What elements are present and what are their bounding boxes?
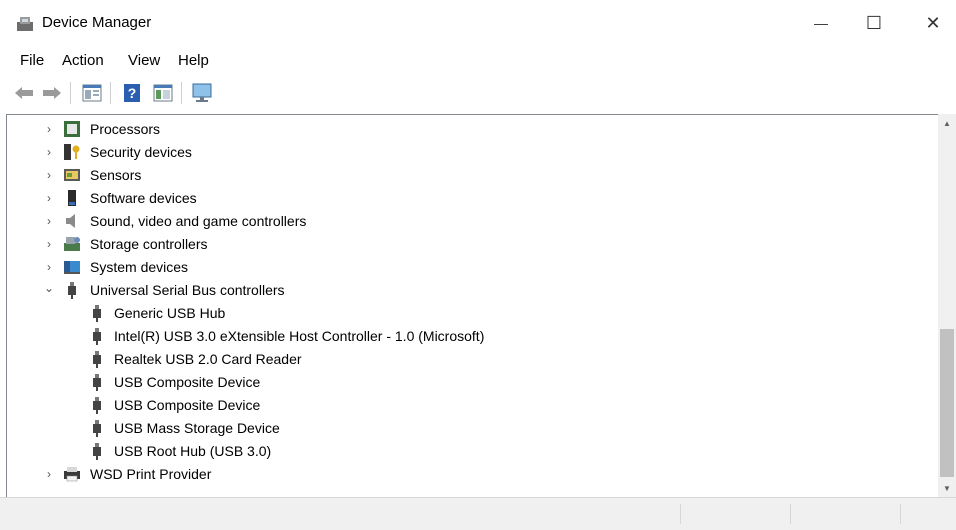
tree-node-sound-video-game[interactable]: › Sound, video and game controllers <box>7 210 937 233</box>
menu-action[interactable]: Action <box>62 52 104 69</box>
toolbar-divider <box>181 82 182 104</box>
title-bar: Device Manager — ☐ ✕ <box>0 0 956 46</box>
chevron-down-icon[interactable]: ⌄ <box>43 281 55 295</box>
menu-view[interactable]: View <box>128 52 160 69</box>
chevron-right-icon[interactable]: › <box>43 191 55 205</box>
chevron-right-icon[interactable]: › <box>43 260 55 274</box>
view-icon <box>153 84 173 102</box>
vertical-scrollbar[interactable]: ▲ ▼ <box>938 114 956 497</box>
monitor-scan-icon <box>192 83 212 102</box>
usb-plug-icon <box>93 374 101 391</box>
help-icon: ? <box>124 84 140 102</box>
tree-node-system-devices[interactable]: › System devices <box>7 256 937 279</box>
window-title: Device Manager <box>42 14 152 31</box>
menu-bar: File Action View Help <box>0 46 956 76</box>
forward-arrow-icon <box>43 87 61 99</box>
device-manager-icon <box>17 17 33 31</box>
tree-node-software-devices[interactable]: › Software devices <box>7 187 937 210</box>
scan-hardware-button[interactable] <box>190 82 214 104</box>
system-device-icon <box>64 261 80 274</box>
usb-plug-icon <box>93 420 101 437</box>
software-device-icon <box>68 190 76 206</box>
chevron-right-icon[interactable]: › <box>43 122 55 136</box>
processor-icon <box>64 121 80 137</box>
svg-text:?: ? <box>128 85 137 101</box>
usb-plug-icon <box>68 282 76 299</box>
usb-plug-icon <box>93 443 101 460</box>
tree-node-storage-controllers[interactable]: › Storage controllers <box>7 233 937 256</box>
close-icon: ✕ <box>925 12 941 33</box>
tree-node-wsd-print-provider[interactable]: › WSD Print Provider <box>7 463 937 486</box>
security-key-icon <box>64 144 80 160</box>
tree-node-label: Processors <box>90 121 161 137</box>
menu-help[interactable]: Help <box>178 52 209 69</box>
status-divider <box>790 504 791 524</box>
tree-node-label: Security devices <box>90 144 192 160</box>
usb-plug-icon <box>93 397 101 414</box>
chevron-right-icon[interactable]: › <box>43 145 55 159</box>
tree-leaf-usb-device[interactable]: USB Root Hub (USB 3.0) <box>7 440 937 463</box>
tree-leaf-label: Generic USB Hub <box>114 305 226 321</box>
view-button[interactable] <box>151 82 175 104</box>
chevron-right-icon[interactable]: › <box>43 467 55 481</box>
tree-leaf-usb-device[interactable]: USB Composite Device <box>7 394 937 417</box>
forward-button[interactable] <box>40 82 64 104</box>
maximize-icon: ☐ <box>865 12 883 33</box>
usb-plug-icon <box>93 328 101 345</box>
scroll-down-button[interactable]: ▼ <box>938 479 956 497</box>
tree-node-label: System devices <box>90 259 189 275</box>
help-button[interactable]: ? <box>120 82 144 104</box>
tree-node-label: Sensors <box>90 167 142 183</box>
tree-leaf-label: USB Mass Storage Device <box>114 420 280 436</box>
tree-node-processors[interactable]: › Processors <box>7 118 937 141</box>
usb-plug-icon <box>93 305 101 322</box>
maximize-button[interactable]: ☐ <box>851 0 897 46</box>
properties-icon <box>82 84 102 102</box>
scroll-down-icon: ▼ <box>943 483 951 493</box>
tree-leaf-label: Realtek USB 2.0 Card Reader <box>114 351 302 367</box>
tree-leaf-usb-device[interactable]: Generic USB Hub <box>7 302 937 325</box>
toolbar: ? <box>0 76 956 110</box>
menu-file[interactable]: File <box>20 52 44 69</box>
tree-node-usb-controllers[interactable]: ⌄ Universal Serial Bus controllers <box>7 279 937 302</box>
chevron-right-icon[interactable]: › <box>43 214 55 228</box>
tree-node-security-devices[interactable]: › Security devices <box>7 141 937 164</box>
chevron-right-icon[interactable]: › <box>43 168 55 182</box>
tree-node-sensors[interactable]: › Sensors <box>7 164 937 187</box>
close-button[interactable]: ✕ <box>910 0 956 46</box>
tree-leaf-usb-device[interactable]: USB Composite Device <box>7 371 937 394</box>
tree-node-label: Storage controllers <box>90 236 208 252</box>
back-button[interactable] <box>12 82 36 104</box>
speaker-icon <box>66 214 75 228</box>
tree-leaf-usb-device[interactable]: Realtek USB 2.0 Card Reader <box>7 348 937 371</box>
tree-node-label: Universal Serial Bus controllers <box>90 282 285 298</box>
printer-icon <box>64 467 80 482</box>
usb-plug-icon <box>93 351 101 368</box>
tree-node-label: Software devices <box>90 190 197 206</box>
minimize-icon: — <box>814 15 828 31</box>
sensor-icon <box>64 169 80 181</box>
tree-leaf-label: Intel(R) USB 3.0 eXtensible Host Control… <box>114 328 485 344</box>
toolbar-divider <box>110 82 111 104</box>
scroll-up-button[interactable]: ▲ <box>938 114 956 132</box>
storage-controller-icon <box>64 237 80 251</box>
scroll-up-icon: ▲ <box>943 118 951 128</box>
tree-leaf-label: USB Composite Device <box>114 374 261 390</box>
toolbar-divider <box>70 82 71 104</box>
scrollbar-thumb[interactable] <box>940 329 954 477</box>
properties-button[interactable] <box>80 82 104 104</box>
tree-leaf-label: USB Composite Device <box>114 397 261 413</box>
minimize-button[interactable]: — <box>798 0 844 46</box>
device-tree[interactable]: › Processors › Security devices › Sensor… <box>6 114 956 498</box>
back-arrow-icon <box>15 87 33 99</box>
status-divider <box>680 504 681 524</box>
tree-leaf-label: USB Root Hub (USB 3.0) <box>114 443 272 459</box>
tree-leaf-usb-device[interactable]: Intel(R) USB 3.0 eXtensible Host Control… <box>7 325 937 348</box>
tree-leaf-usb-device[interactable]: USB Mass Storage Device <box>7 417 937 440</box>
chevron-right-icon[interactable]: › <box>43 237 55 251</box>
tree-node-label: WSD Print Provider <box>90 466 212 482</box>
status-bar <box>0 497 956 530</box>
status-divider <box>900 504 901 524</box>
tree-node-label: Sound, video and game controllers <box>90 213 307 229</box>
